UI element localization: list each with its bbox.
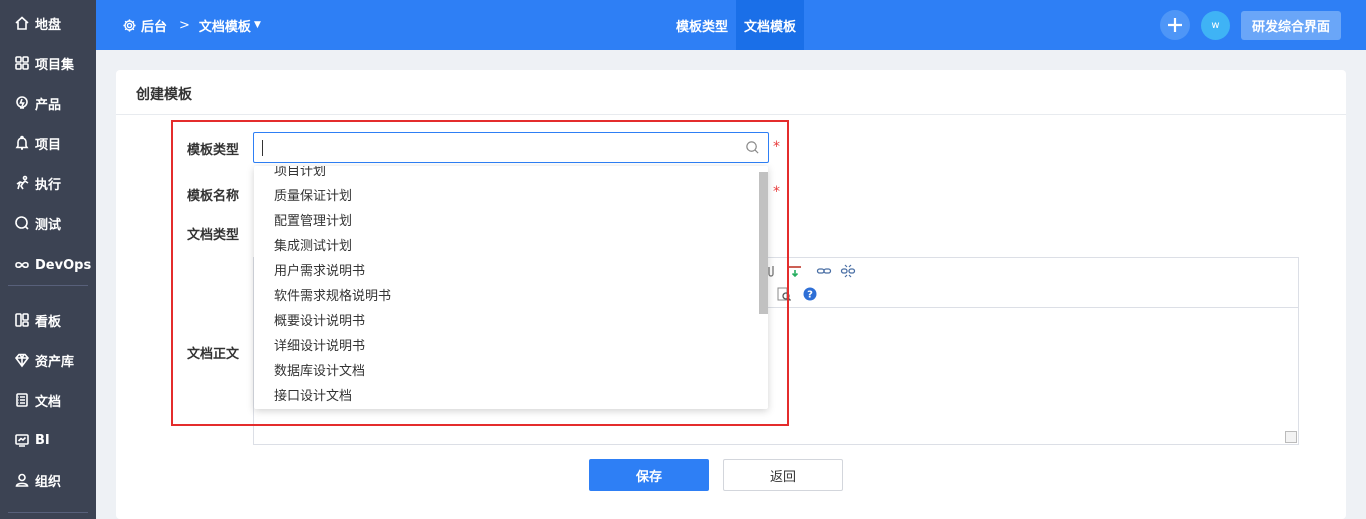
- avatar[interactable]: w: [1201, 11, 1230, 40]
- dropdown-option[interactable]: 项目计划: [274, 166, 326, 184]
- text-cursor: [262, 140, 263, 156]
- sidebar-item-product[interactable]: 产品: [0, 83, 61, 123]
- dropdown-option[interactable]: 数据库设计文档: [274, 359, 365, 384]
- divider: [116, 114, 1346, 115]
- sidebar-item-label: BI: [35, 432, 50, 448]
- dropdown-scrollbar[interactable]: [759, 172, 768, 314]
- sidebar-item-label: 测试: [35, 217, 62, 233]
- top-navbar: 后台 > 文档模板 ▼ 模板类型 文档模板 w 研发综合界面: [96, 0, 1366, 50]
- tab-template-type[interactable]: 模板类型: [668, 0, 736, 50]
- sidebar: 地盘 项目集 产品 项目 执行 测试 DevOps 看板 资产库 文档 BI 组…: [0, 0, 96, 519]
- template-type-select[interactable]: [253, 132, 769, 163]
- lightbulb-icon: [14, 95, 30, 111]
- search-bug-icon: [14, 215, 30, 231]
- sidebar-item-label: 地盘: [35, 17, 62, 33]
- search-icon: [746, 141, 759, 154]
- resize-grip-icon[interactable]: [1285, 431, 1297, 443]
- gear-icon: [123, 18, 136, 32]
- infinity-icon: [14, 257, 30, 273]
- save-button[interactable]: 保存: [589, 459, 709, 491]
- sidebar-item-label: 产品: [35, 97, 62, 113]
- dropdown-option[interactable]: 接口设计文档: [274, 384, 352, 409]
- sidebar-item-org[interactable]: 组织: [0, 460, 61, 500]
- switch-interface-button[interactable]: 研发综合界面: [1241, 11, 1341, 40]
- sidebar-item-label: 项目集: [35, 57, 75, 73]
- sidebar-item-program[interactable]: 项目集: [0, 43, 74, 83]
- dropdown-option[interactable]: 概要设计说明书: [274, 309, 365, 334]
- dropdown-option[interactable]: 配置管理计划: [274, 209, 352, 234]
- link-icon[interactable]: [816, 263, 832, 279]
- sidebar-item-project[interactable]: 项目: [0, 123, 61, 163]
- sidebar-item-assets[interactable]: 资产库: [0, 340, 74, 380]
- sidebar-item-label: 资产库: [35, 354, 75, 370]
- plus-icon: [1168, 18, 1182, 32]
- run-icon: [14, 175, 30, 191]
- diamond-icon: [14, 352, 30, 368]
- template-type-dropdown: 项目计划 质量保证计划 配置管理计划 集成测试计划 用户需求说明书 软件需求规格…: [254, 166, 768, 409]
- monitor-icon: [14, 432, 30, 448]
- sidebar-item-doc[interactable]: 文档: [0, 380, 61, 420]
- dropdown-option[interactable]: 集成测试计划: [274, 234, 352, 259]
- sidebar-item-label: 执行: [35, 177, 62, 193]
- caret-down-icon[interactable]: ▼: [254, 20, 261, 30]
- dropdown-option[interactable]: 软件需求规格说明书: [274, 284, 391, 309]
- home-icon: [14, 15, 30, 31]
- breadcrumb: 后台 > 文档模板 ▼: [122, 0, 261, 50]
- breadcrumb-current[interactable]: 文档模板: [199, 16, 251, 35]
- page-title: 创建模板: [136, 87, 192, 103]
- sidebar-item-label: DevOps: [35, 257, 92, 273]
- user-icon: [14, 472, 30, 488]
- dropdown-option[interactable]: 用户需求说明书: [274, 259, 365, 284]
- dropdown-option[interactable]: 质量保证计划: [274, 184, 352, 209]
- sidebar-item-dashboard[interactable]: 地盘: [0, 3, 61, 43]
- unlink-icon[interactable]: [840, 263, 856, 279]
- sidebar-item-label: 文档: [35, 394, 62, 410]
- help-icon[interactable]: ?: [802, 286, 818, 302]
- breadcrumb-separator: >: [179, 17, 190, 33]
- svg-text:?: ?: [807, 290, 813, 301]
- breadcrumb-root[interactable]: 后台: [141, 16, 167, 35]
- back-button[interactable]: 返回: [723, 459, 843, 491]
- tab-doc-template[interactable]: 文档模板: [736, 0, 805, 50]
- sidebar-item-execution[interactable]: 执行: [0, 163, 61, 203]
- sidebar-item-label: 看板: [35, 314, 62, 330]
- sidebar-item-kanban[interactable]: 看板: [0, 300, 61, 340]
- document-icon: [14, 392, 30, 408]
- sidebar-divider: [8, 512, 88, 513]
- dropdown-option[interactable]: 详细设计说明书: [274, 334, 365, 359]
- sidebar-item-devops[interactable]: DevOps: [0, 245, 91, 285]
- insert-pagebreak-icon[interactable]: [787, 263, 803, 279]
- sidebar-item-label: 组织: [35, 474, 62, 490]
- kanban-icon: [14, 312, 30, 328]
- sidebar-divider: [8, 285, 88, 286]
- sidebar-item-label: 项目: [35, 137, 62, 153]
- grid-icon: [14, 55, 30, 71]
- bell-icon: [14, 135, 30, 151]
- sidebar-item-bi[interactable]: BI: [0, 420, 50, 460]
- create-button[interactable]: [1160, 10, 1190, 40]
- sidebar-item-test[interactable]: 测试: [0, 203, 61, 243]
